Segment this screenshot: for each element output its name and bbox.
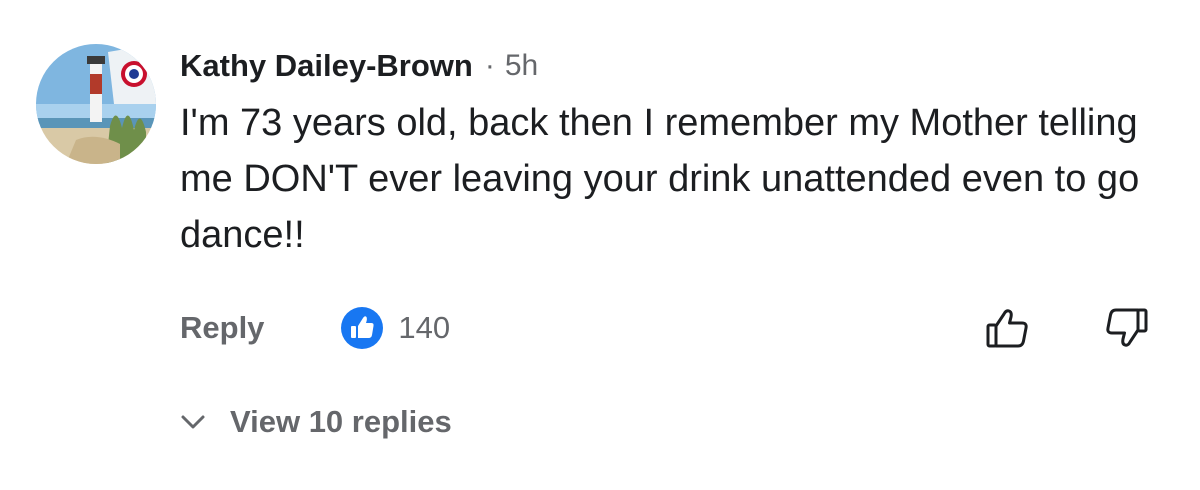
- view-replies-button[interactable]: View 10 replies: [180, 399, 452, 445]
- thumbs-up-outline-icon[interactable]: [984, 304, 1032, 352]
- author-name[interactable]: Kathy Dailey-Brown: [180, 48, 473, 84]
- comment-header: Kathy Dailey-Brown · 5h: [180, 44, 538, 88]
- avatar-photo: [36, 44, 156, 164]
- author-avatar[interactable]: [36, 44, 156, 164]
- reply-button[interactable]: Reply: [180, 310, 264, 346]
- thumbs-up-reaction-icon[interactable]: [340, 306, 384, 350]
- view-replies-label: View 10 replies: [230, 404, 452, 439]
- comment-actions: Reply 140: [180, 305, 450, 351]
- chevron-down-icon: [180, 409, 206, 435]
- reaction-count[interactable]: 140: [398, 310, 450, 346]
- separator-dot: ·: [484, 49, 495, 82]
- comment-body: I'm 73 years old, back then I remember m…: [180, 102, 1140, 256]
- thumbs-down-outline-icon[interactable]: [1102, 304, 1150, 352]
- comment-timestamp[interactable]: 5h: [505, 49, 538, 83]
